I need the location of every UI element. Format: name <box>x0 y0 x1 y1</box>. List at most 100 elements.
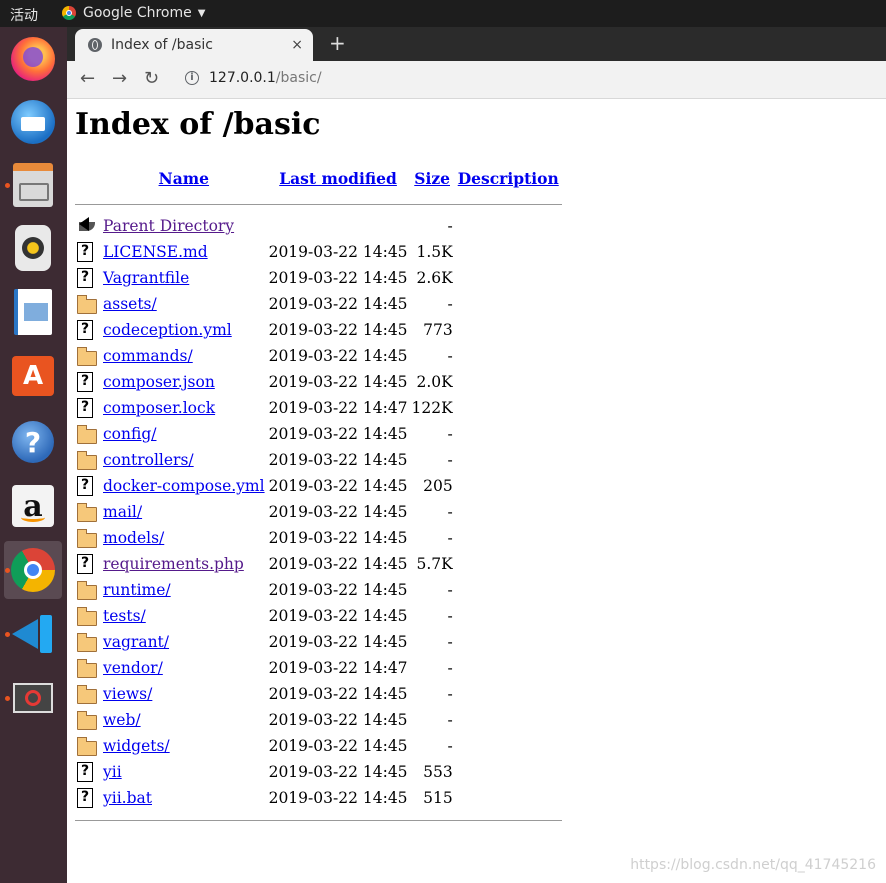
system-top-bar: 活动 Google Chrome ▼ <box>0 0 886 27</box>
size-cell: - <box>447 295 453 313</box>
folder-icon <box>77 684 97 704</box>
file-link[interactable]: views/ <box>103 685 152 703</box>
file-link[interactable]: models/ <box>103 529 164 547</box>
sort-by-description-link[interactable]: Description <box>458 169 559 188</box>
dock-item-software[interactable]: A <box>4 347 62 405</box>
table-row: views/2019-03-22 14:45 - <box>75 681 562 707</box>
file-link[interactable]: yii.bat <box>103 789 152 807</box>
sort-by-modified-link[interactable]: Last modified <box>279 169 397 188</box>
file-link[interactable]: assets/ <box>103 295 157 313</box>
activities-button[interactable]: 活动 <box>10 5 38 25</box>
unknown-file-icon: ? <box>77 554 93 574</box>
description-cell <box>455 395 562 421</box>
modified-cell: 2019-03-22 14:45 <box>268 451 408 469</box>
folder-icon <box>77 606 97 626</box>
file-link[interactable]: runtime/ <box>103 581 171 599</box>
description-cell <box>455 733 562 759</box>
column-header-size[interactable]: Size <box>410 167 455 195</box>
icon-header <box>75 167 101 195</box>
close-tab-button[interactable]: × <box>291 37 303 53</box>
size-cell: 5.7K <box>416 555 453 573</box>
parent-directory-link[interactable]: Parent Directory <box>103 217 234 235</box>
app-menu[interactable]: Google Chrome ▼ <box>62 5 205 21</box>
unknown-file-icon: ? <box>77 788 93 808</box>
description-cell <box>455 629 562 655</box>
dock-item-files[interactable] <box>4 156 62 214</box>
description-cell <box>455 525 562 551</box>
file-link[interactable]: Vagrantfile <box>103 269 189 287</box>
file-link[interactable]: vagrant/ <box>103 633 169 651</box>
dock-item-writer[interactable] <box>4 283 62 341</box>
dock-item-rhythmbox[interactable] <box>4 219 62 277</box>
file-link[interactable]: commands/ <box>103 347 193 365</box>
dock-item-firefox[interactable] <box>4 30 62 88</box>
description-cell <box>455 603 562 629</box>
dock-item-thunderbird[interactable] <box>4 93 62 151</box>
dock-item-amazon[interactable]: a <box>4 477 62 535</box>
file-link[interactable]: vendor/ <box>103 659 163 677</box>
description-cell <box>455 265 562 291</box>
info-icon[interactable]: i <box>185 71 199 85</box>
sort-by-name-link[interactable]: Name <box>159 169 209 188</box>
table-row: tests/2019-03-22 14:45 - <box>75 603 562 629</box>
file-link[interactable]: docker-compose.yml <box>103 477 265 495</box>
description-cell <box>455 239 562 265</box>
description-cell <box>455 291 562 317</box>
reload-button[interactable]: ↻ <box>144 69 159 89</box>
modified-cell: 2019-03-22 14:45 <box>268 321 408 339</box>
amazon-icon: a <box>12 485 54 527</box>
modified-cell: 2019-03-22 14:45 <box>268 555 408 573</box>
column-header-last-modified[interactable]: Last modified <box>267 167 410 195</box>
file-link[interactable]: widgets/ <box>103 737 170 755</box>
dock-item-help[interactable]: ? <box>4 413 62 471</box>
table-row: mail/2019-03-22 14:45 - <box>75 499 562 525</box>
file-link[interactable]: codeception.yml <box>103 321 232 339</box>
column-header-name[interactable]: Name <box>101 167 267 195</box>
folder-icon <box>77 528 97 548</box>
forward-button[interactable]: → <box>112 69 127 89</box>
tab-title: Index of /basic <box>111 37 213 53</box>
unknown-file-icon: ? <box>77 320 93 340</box>
dock-item-chrome[interactable] <box>4 541 62 599</box>
size-cell: 205 <box>423 477 453 495</box>
size-cell: 2.6K <box>416 269 453 287</box>
url-host: 127.0.0.1 <box>209 70 276 86</box>
running-indicator <box>5 568 10 573</box>
address-bar[interactable]: i 127.0.0.1/basic/ <box>175 66 875 93</box>
file-link[interactable]: config/ <box>103 425 156 443</box>
folder-icon <box>77 294 97 314</box>
description-cell <box>455 655 562 681</box>
description-cell <box>455 421 562 447</box>
file-link[interactable]: yii <box>103 763 122 781</box>
new-tab-button[interactable]: + <box>329 33 346 53</box>
table-row: ? docker-compose.yml 2019-03-22 14:45 205 <box>75 473 562 499</box>
modified-cell: 2019-03-22 14:45 <box>268 529 408 547</box>
modified-cell: 2019-03-22 14:45 <box>268 295 408 313</box>
size-cell: 122K <box>411 399 453 417</box>
description-cell <box>455 785 562 811</box>
table-row: ? LICENSE.md 2019-03-22 14:45 1.5K <box>75 239 562 265</box>
size-cell: 553 <box>423 763 453 781</box>
back-button[interactable]: ← <box>80 69 95 89</box>
file-link[interactable]: tests/ <box>103 607 146 625</box>
file-link[interactable]: composer.lock <box>103 399 215 417</box>
file-link[interactable]: requirements.php <box>103 555 244 573</box>
description-cell <box>455 759 562 785</box>
column-header-description[interactable]: Description <box>455 167 562 195</box>
file-link[interactable]: controllers/ <box>103 451 194 469</box>
file-link[interactable]: LICENSE.md <box>103 243 208 261</box>
file-link[interactable]: mail/ <box>103 503 142 521</box>
size-cell: 773 <box>423 321 453 339</box>
separator-row <box>75 195 562 213</box>
sort-by-size-link[interactable]: Size <box>414 169 450 188</box>
dock-item-screen[interactable] <box>4 669 62 727</box>
description-cell <box>455 577 562 603</box>
divider <box>75 819 562 821</box>
dock-item-vscode[interactable] <box>4 605 62 663</box>
tab-index-of-basic[interactable]: Index of /basic × <box>75 29 313 61</box>
description-cell <box>455 473 562 499</box>
description-cell <box>455 317 562 343</box>
file-link[interactable]: web/ <box>103 711 141 729</box>
rhythmbox-icon <box>15 225 51 271</box>
file-link[interactable]: composer.json <box>103 373 215 391</box>
